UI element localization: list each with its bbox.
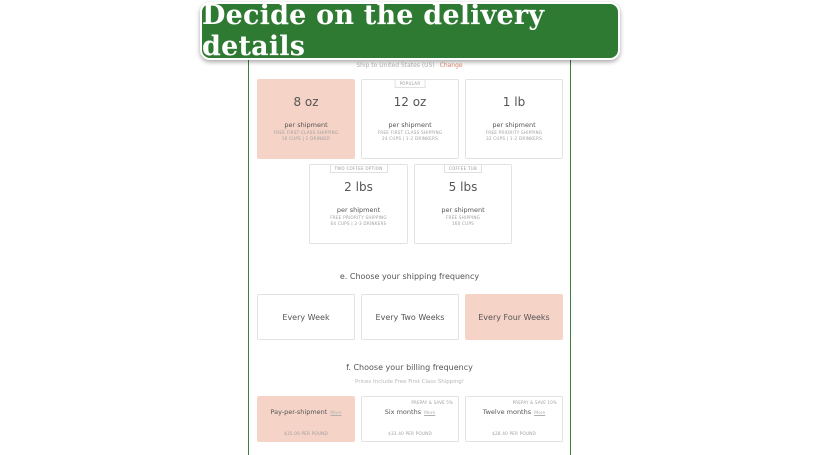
banner-title: Decide on the delivery details [202, 0, 545, 62]
popular-badge: POPULAR [394, 79, 426, 88]
more-link[interactable]: More [424, 411, 435, 416]
prepay-save-badge: PREPAY & SAVE 10% [512, 400, 557, 405]
per-shipment-label: per shipment [336, 206, 381, 214]
size-label: 5 lbs [448, 180, 478, 194]
per-shipment-label: per shipment [492, 121, 536, 129]
size-label: 1 lb [502, 95, 526, 109]
size-details: FREE FIRST CLASS SHIPPING 16 CUPS | 1 DR… [273, 130, 339, 141]
size-option-12oz[interactable]: POPULAR 12 oz per shipment FREE FIRST CL… [361, 79, 459, 159]
size-details: FREE PRIORITY SHIPPING 64 CUPS | 2-3 DRI… [330, 215, 387, 226]
size-details: FREE SHIPPING 160 CUPS [445, 215, 481, 226]
per-shipment-label: per shipment [441, 206, 485, 214]
billing-price: $35.00 PER POUND [284, 431, 328, 436]
size-option-1lb[interactable]: 1 lb per shipment FREE PRIORITY SHIPPING… [465, 79, 563, 159]
frequency-every-four-weeks[interactable]: Every Four Weeks [465, 294, 563, 340]
billing-price: $33.40 PER POUND [388, 431, 432, 436]
frequency-every-two-weeks[interactable]: Every Two Weeks [361, 294, 459, 340]
per-shipment-label: per shipment [388, 121, 432, 129]
coffee-tub-badge: COFFEE TUB [444, 164, 482, 173]
size-option-8oz[interactable]: 8 oz per shipment FREE FIRST CLASS SHIPP… [257, 79, 355, 159]
size-label: 8 oz [293, 95, 319, 109]
billing-frequency-title: f. Choose your billing frequency [346, 363, 473, 372]
billing-option-name: Pay-per-shipment More [270, 408, 342, 416]
prepay-save-badge: PREPAY & SAVE 5% [411, 400, 453, 405]
size-label: 2 lbs [344, 180, 373, 194]
more-link[interactable]: More [534, 411, 545, 416]
size-details: FREE FIRST CLASS SHIPPING 24 CUPS | 1-2 … [377, 130, 443, 141]
frequency-label: Every Week [282, 312, 330, 322]
billing-six-months[interactable]: PREPAY & SAVE 5% Six months More $33.40 P… [361, 396, 459, 442]
frequency-every-week[interactable]: Every Week [257, 294, 355, 340]
ship-to-line: Ship to United States (US) Change [249, 62, 570, 69]
size-label: 12 oz [393, 95, 427, 109]
billing-option-name: Twelve months More [482, 408, 546, 416]
two-coffee-badge: TWO COFFEE OPTION [329, 164, 388, 173]
ship-to-label: Ship to United States (US) [356, 62, 435, 69]
size-option-5lbs[interactable]: COFFEE TUB 5 lbs per shipment FREE SHIPP… [414, 164, 512, 244]
frequency-label: Every Four Weeks [478, 312, 550, 322]
size-details: FREE PRIORITY SHIPPING 32 CUPS | 1-2 DRI… [485, 130, 543, 141]
frequency-label: Every Two Weeks [375, 312, 445, 322]
shipping-frequency-title: e. Choose your shipping frequency [339, 272, 480, 281]
size-option-2lbs[interactable]: TWO COFFEE OPTION 2 lbs per shipment FRE… [309, 164, 408, 244]
title-banner: Decide on the delivery details [200, 0, 620, 62]
billing-frequency-subtitle: Prices Include Free First Class Shipping… [355, 379, 464, 385]
subscription-panel: Ship to United States (US) Change 8 oz p… [248, 48, 571, 455]
per-shipment-label: per shipment [284, 121, 328, 129]
billing-option-name: Six months More [384, 408, 436, 416]
billing-twelve-months[interactable]: PREPAY & SAVE 10% Twelve months More $28.… [465, 396, 563, 442]
change-country-link[interactable]: Change [440, 62, 463, 69]
billing-price: $28.40 PER POUND [492, 431, 536, 436]
screenshot-stage: Decide on the delivery details Ship to U… [0, 0, 814, 455]
more-link[interactable]: More [330, 411, 341, 416]
billing-pay-per-shipment[interactable]: Pay-per-shipment More $35.00 PER POUND [257, 396, 355, 442]
